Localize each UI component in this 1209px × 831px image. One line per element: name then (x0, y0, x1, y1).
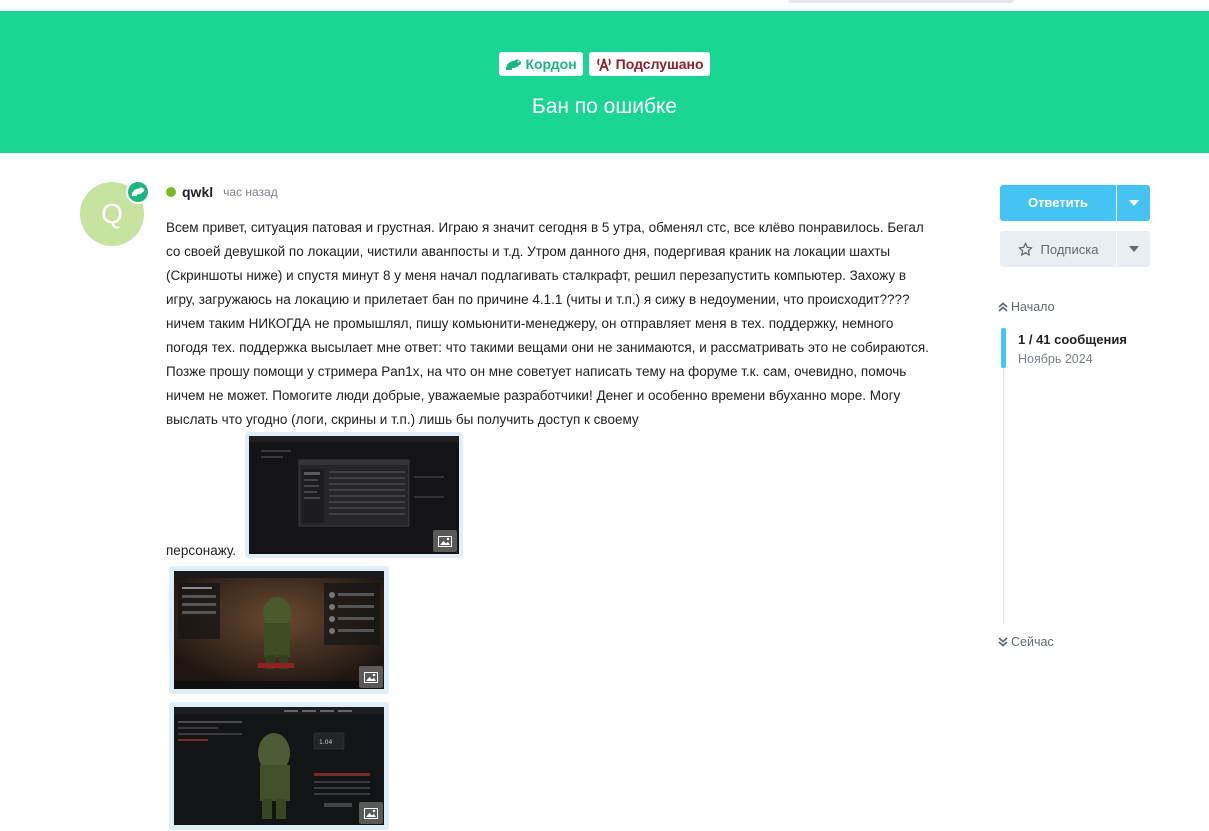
post-body-end: персонажу. (166, 543, 237, 558)
post-image[interactable] (169, 566, 389, 694)
timeline-date: Ноябрь 2024 (1018, 352, 1093, 366)
screenshot-thumbnail (174, 571, 384, 689)
site-header-fragment (0, 0, 1209, 15)
caret-down-icon (1128, 200, 1139, 206)
topic-header: Кордон Подслушано Бан по ошибке (0, 11, 1209, 153)
username-link[interactable]: qwkl (182, 184, 213, 200)
image-icon (359, 666, 383, 688)
page-title: Бан по ошибке (531, 95, 678, 118)
timeline-now-label: Сейчас (1011, 635, 1054, 649)
tag-kordon[interactable]: Кордон (499, 52, 583, 76)
timeline-now-link[interactable]: Сейчас (998, 635, 1054, 649)
caret-down-icon (1128, 246, 1139, 252)
image-icon (433, 530, 457, 552)
post-image[interactable] (245, 432, 463, 558)
post-body: Всем привет, ситуация патовая и грустная… (166, 220, 929, 427)
site-logo[interactable] (80, 0, 170, 15)
image-icon (359, 802, 383, 824)
double-chevron-down-icon (998, 637, 1008, 647)
subscribe-button[interactable]: Подписка (1000, 231, 1116, 267)
post-image[interactable]: 1.04 (169, 702, 389, 830)
screenshot-thumbnail: 1.04 (174, 707, 384, 825)
search-input[interactable] (788, 0, 1014, 3)
screenshot-thumbnail (249, 436, 459, 554)
subscribe-options-button[interactable] (1117, 231, 1150, 267)
tag-label: Подслушано (615, 56, 704, 72)
timeline-start-label: Начало (1011, 300, 1055, 314)
timeline-handle[interactable] (1001, 328, 1006, 368)
star-icon (1018, 242, 1032, 256)
reply-button[interactable]: Ответить (1000, 185, 1116, 221)
timeline-post-count: 1 / 41 сообщения (1018, 332, 1127, 347)
subscribe-label: Подписка (1040, 241, 1099, 257)
tag-podslushano[interactable]: Подслушано (588, 52, 710, 76)
double-chevron-up-icon (998, 302, 1008, 312)
topic-tags: Кордон Подслушано (0, 52, 1209, 76)
timeline-scrollbar[interactable] (1003, 328, 1004, 624)
tag-label: Кордон (525, 56, 577, 72)
frog-icon (126, 180, 150, 204)
broadcast-icon (596, 58, 611, 72)
frog-icon (506, 59, 522, 70)
online-status-icon (166, 187, 176, 197)
image-caption: 1.04 (319, 739, 333, 746)
timeline-start-link[interactable]: Начало (998, 300, 1055, 314)
post-time[interactable]: час назад (223, 185, 278, 199)
post-author: qwkl час назад (166, 184, 278, 200)
reply-options-button[interactable] (1117, 185, 1150, 221)
